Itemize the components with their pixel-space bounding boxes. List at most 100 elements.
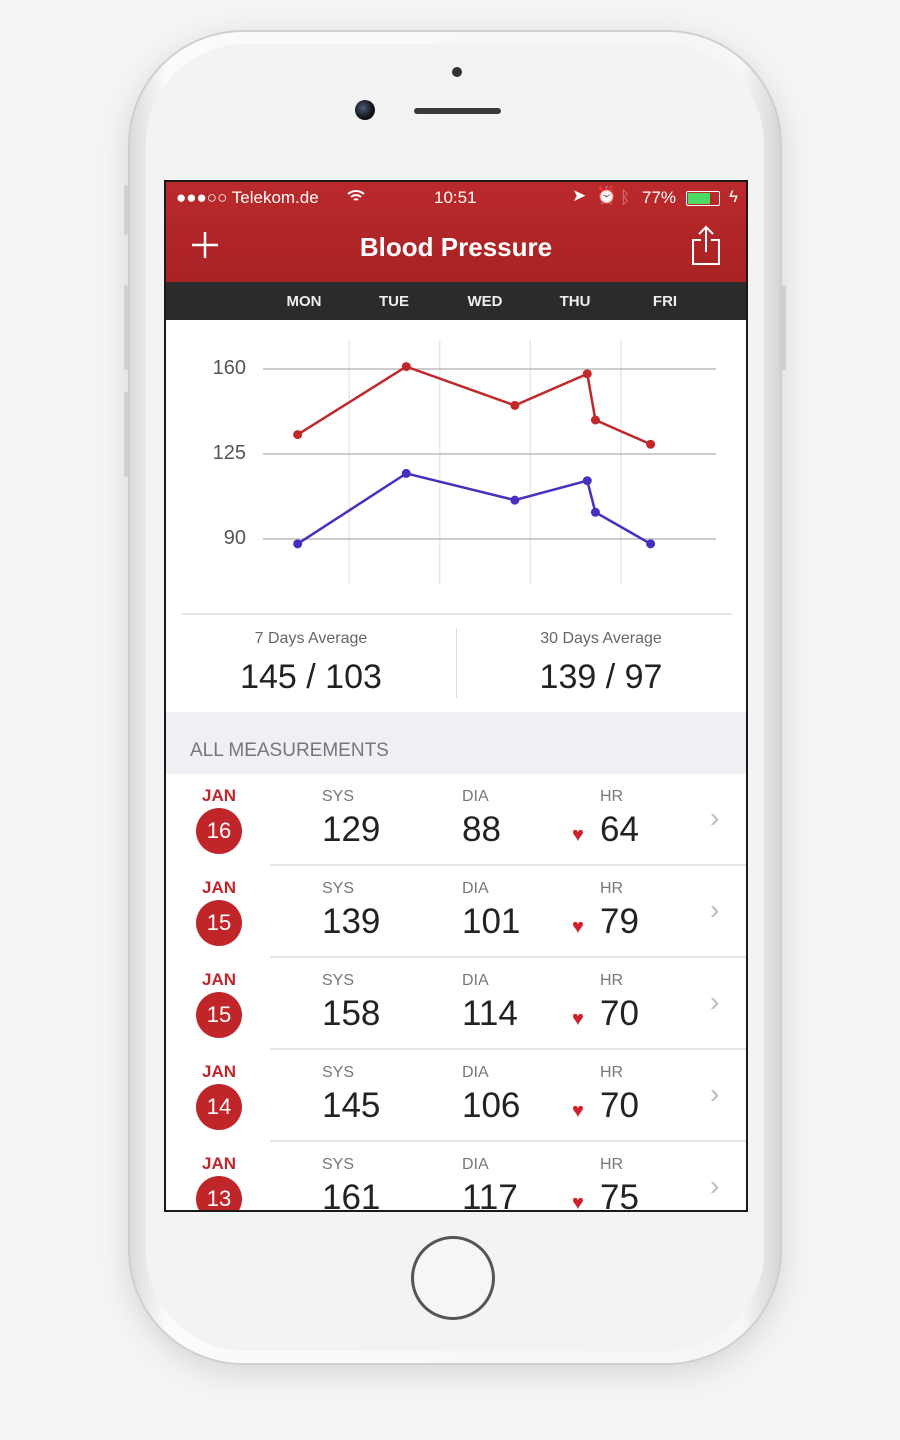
month-label: JAN xyxy=(202,1062,237,1081)
dia-point xyxy=(510,495,520,505)
avg-7-label: 7 Days Average xyxy=(254,630,368,647)
sys-value: 158 xyxy=(322,994,381,1033)
day-badge: 14 xyxy=(196,1084,242,1130)
sys-label: SYS xyxy=(322,788,355,805)
alarm-icon: ⏰ xyxy=(596,186,618,205)
dia-label: DIA xyxy=(462,880,489,897)
month-label: JAN xyxy=(202,970,237,989)
y-tick-label: 160 xyxy=(212,357,246,379)
dia-value: 114 xyxy=(462,994,518,1033)
hr-value: 79 xyxy=(600,902,639,941)
sys-point xyxy=(646,439,656,449)
hr-value: 75 xyxy=(600,1178,639,1212)
hr-label: HR xyxy=(600,1064,624,1081)
app-screen: ●●●○○ Telekom.de 10:51 ➤ ⏰ ᛒ 77% ϟ Blood… xyxy=(164,180,748,1212)
dia-label: DIA xyxy=(462,788,489,805)
dia-label: DIA xyxy=(462,972,489,989)
measurement-row[interactable]: JAN 13 SYS 161 DIA 117 HR ♥ 75 › xyxy=(166,1142,746,1212)
y-tick-label: 125 xyxy=(212,442,246,464)
home-button[interactable] xyxy=(411,1236,495,1320)
battery-percent: 77% xyxy=(642,188,677,207)
day-badge: 13 xyxy=(196,1176,242,1210)
header: ●●●○○ Telekom.de 10:51 ➤ ⏰ ᛒ 77% ϟ Blood… xyxy=(166,182,746,282)
battery-icon xyxy=(686,191,720,206)
day-label: MON xyxy=(286,293,322,310)
location-icon: ➤ xyxy=(572,186,587,205)
day-badge: 16 xyxy=(196,808,242,854)
charging-icon: ϟ xyxy=(729,187,738,206)
section-header: ALL MEASUREMENTS xyxy=(166,712,746,774)
clock: 10:51 xyxy=(434,188,477,207)
heart-icon: ♥ xyxy=(572,824,584,846)
earpiece-speaker xyxy=(414,108,501,114)
dia-point xyxy=(582,476,592,486)
front-camera xyxy=(355,100,375,120)
dia-value: 106 xyxy=(462,1086,521,1125)
sys-value: 161 xyxy=(322,1178,381,1212)
day-badge: 15 xyxy=(196,900,242,946)
wifi-icon xyxy=(346,188,366,209)
dia-value: 117 xyxy=(462,1178,518,1212)
hr-label: HR xyxy=(600,972,624,989)
dia-label: DIA xyxy=(462,1156,489,1173)
measurement-row[interactable]: JAN 16 SYS 129 DIA 88 HR ♥ 64 › xyxy=(166,774,746,866)
day-label: WED xyxy=(467,293,503,310)
dia-label: DIA xyxy=(462,1064,489,1081)
measurement-row[interactable]: JAN 14 SYS 145 DIA 106 HR ♥ 70 › xyxy=(166,1050,746,1142)
month-label: JAN xyxy=(202,1154,237,1173)
heart-icon: ♥ xyxy=(572,1192,584,1212)
carrier-signal: ●●●○○ Telekom.de xyxy=(176,188,319,207)
blood-pressure-chart xyxy=(263,340,716,585)
power-button xyxy=(782,285,786,370)
sys-point xyxy=(590,415,600,425)
mute-switch xyxy=(124,185,128,235)
chevron-right-icon[interactable]: › xyxy=(710,1170,719,1202)
chevron-right-icon[interactable]: › xyxy=(710,986,719,1018)
day-label: THU xyxy=(559,293,591,310)
heart-icon: ♥ xyxy=(572,1008,584,1030)
heart-icon: ♥ xyxy=(572,1100,584,1122)
avg-7-value: 145 / 103 xyxy=(240,658,382,696)
hr-value: 70 xyxy=(600,1086,639,1125)
volume-up-button xyxy=(124,285,128,370)
dia-value: 88 xyxy=(462,810,501,849)
proximity-sensor xyxy=(452,67,462,77)
chevron-right-icon[interactable]: › xyxy=(710,802,719,834)
measurement-row[interactable]: JAN 15 SYS 158 DIA 114 HR ♥ 70 › xyxy=(166,958,746,1050)
month-label: JAN xyxy=(202,786,237,805)
hr-label: HR xyxy=(600,880,624,897)
dia-value: 101 xyxy=(462,902,521,941)
dia-point xyxy=(646,539,656,549)
avg-30-label: 30 Days Average xyxy=(540,630,662,647)
section-title: ALL MEASUREMENTS xyxy=(190,740,389,761)
chevron-right-icon[interactable]: › xyxy=(710,1078,719,1110)
day-label: TUE xyxy=(379,293,409,310)
share-icon[interactable] xyxy=(690,224,722,271)
sys-point xyxy=(510,400,520,410)
divider xyxy=(182,613,732,615)
day-badge: 15 xyxy=(196,992,242,1038)
sys-label: SYS xyxy=(322,972,355,989)
dia-point xyxy=(293,539,303,549)
chevron-right-icon[interactable]: › xyxy=(710,894,719,926)
bluetooth-icon: ᛒ xyxy=(620,188,631,207)
sys-point xyxy=(293,430,303,440)
volume-down-button xyxy=(124,392,128,477)
sys-point xyxy=(401,362,411,372)
heart-icon: ♥ xyxy=(572,916,584,938)
hr-value: 64 xyxy=(600,810,639,849)
measurement-row[interactable]: JAN 15 SYS 139 DIA 101 HR ♥ 79 › xyxy=(166,866,746,958)
sys-point xyxy=(582,369,592,379)
sys-label: SYS xyxy=(322,880,355,897)
dia-point xyxy=(590,507,600,517)
sys-value: 139 xyxy=(322,902,381,941)
hr-label: HR xyxy=(600,1156,624,1173)
hr-value: 70 xyxy=(600,994,639,1033)
sys-label: SYS xyxy=(322,1064,355,1081)
sys-value: 145 xyxy=(322,1086,381,1125)
y-tick-label: 90 xyxy=(223,527,246,549)
sys-line xyxy=(297,365,652,446)
sys-value: 129 xyxy=(322,810,381,849)
avg-30-value: 139 / 97 xyxy=(539,658,663,696)
page-title: Blood Pressure xyxy=(359,232,553,262)
